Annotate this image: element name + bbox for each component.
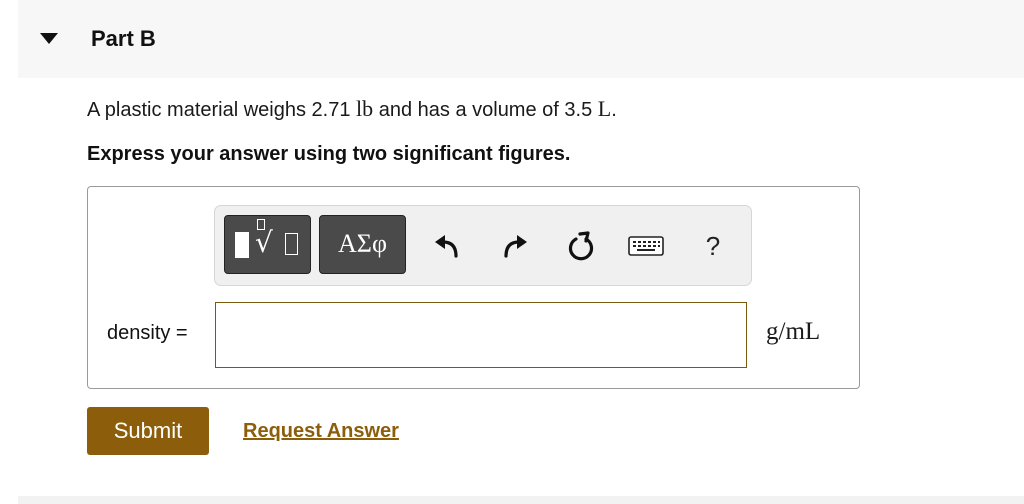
reset-button[interactable] [561, 224, 601, 268]
request-answer-link[interactable]: Request Answer [243, 420, 399, 443]
answer-unit: g/mL [766, 318, 821, 345]
math-toolbar: √ ΑΣφ ? [214, 205, 752, 286]
undo-icon [435, 235, 458, 258]
collapse-caret-icon[interactable] [40, 33, 58, 44]
reset-icon [568, 231, 594, 261]
greek-letters-button[interactable]: ΑΣφ [319, 215, 406, 274]
volume-unit: L [597, 96, 612, 121]
help-button[interactable]: ? [693, 224, 733, 268]
part-header [18, 0, 1024, 78]
problem-text-start: A plastic material weighs 2.71 [87, 99, 357, 121]
problem-statement: A plastic material weighs 2.71 lb and ha… [87, 96, 617, 122]
keyboard-button[interactable] [626, 224, 666, 268]
part-title: Part B [91, 26, 156, 51]
instruction-text: Express your answer using two significan… [87, 143, 571, 165]
next-part-strip [18, 496, 1024, 504]
redo-icon [504, 235, 527, 258]
problem-text-middle: and has a volume of 3.5 [373, 99, 598, 121]
density-answer-input[interactable] [215, 302, 747, 368]
keyboard-icon [628, 236, 664, 256]
templates-button[interactable]: √ [224, 215, 311, 274]
submit-button[interactable]: Submit [87, 407, 209, 455]
undo-button[interactable] [427, 224, 467, 268]
weight-unit: lb [356, 96, 374, 121]
density-label: density = [107, 322, 188, 344]
problem-text-end: . [611, 99, 617, 121]
redo-button[interactable] [495, 224, 535, 268]
